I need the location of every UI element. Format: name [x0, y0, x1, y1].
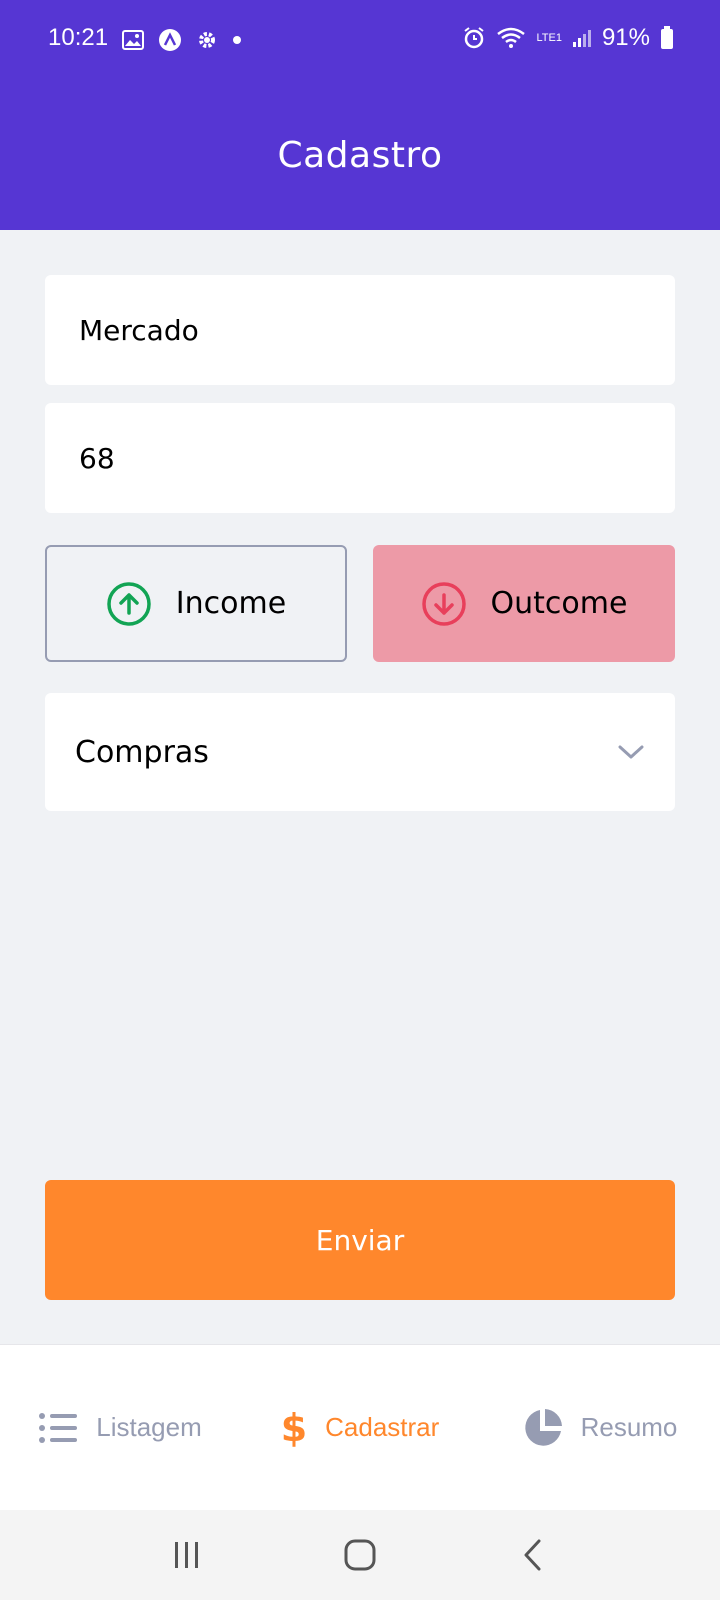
outcome-label: Outcome [490, 586, 628, 621]
pie-chart-icon [524, 1408, 562, 1446]
tab-listagem-label: Listagem [96, 1412, 202, 1442]
dollar-icon: $ [280, 1405, 308, 1450]
list-icon [39, 1412, 78, 1443]
tab-cadastrar-label: Cadastrar [325, 1412, 440, 1442]
page-title: Cadastro [277, 134, 443, 176]
tab-resumo-label: Resumo [580, 1412, 678, 1442]
submit-button[interactable]: Enviar [45, 1180, 675, 1300]
income-label: Income [175, 586, 287, 621]
name-input[interactable]: Mercado [45, 275, 675, 385]
tab-cadastrar[interactable]: $ Cadastrar [240, 1406, 480, 1450]
tab-listagem[interactable]: Listagem [0, 1411, 240, 1445]
recent-apps-icon [174, 1542, 198, 1568]
chevron-down-icon [618, 745, 644, 759]
price-input[interactable]: 68 [45, 403, 675, 513]
home-button[interactable] [330, 1525, 390, 1585]
tab-resumo[interactable]: Resumo [480, 1408, 720, 1448]
status-bar: 10:21 LTE1 91% [0, 0, 720, 80]
system-navigation-bar [0, 1510, 720, 1600]
signal-label: LTE1 [536, 31, 562, 44]
page-header: Cadastro [0, 80, 720, 230]
alarm-icon [464, 27, 485, 49]
submit-label: Enviar [315, 1223, 405, 1257]
app-notification-icon [159, 29, 181, 51]
arrow-down-circle-icon [421, 581, 466, 626]
status-time: 10:21 [48, 24, 109, 51]
back-chevron-icon [524, 1539, 541, 1571]
bottom-tab-bar: Listagem $ Cadastrar Resumo [0, 1344, 720, 1510]
battery-icon [661, 26, 673, 49]
category-value: Compras [75, 734, 209, 770]
signal-icon [572, 30, 591, 47]
arrow-up-circle-icon [107, 581, 151, 626]
battery-percentage: 91% [601, 24, 650, 51]
gallery-icon [122, 30, 144, 50]
notification-dot-icon [233, 36, 241, 44]
wifi-icon [497, 27, 526, 48]
recent-apps-button[interactable] [157, 1525, 217, 1585]
income-button[interactable]: Income [45, 545, 347, 662]
category-select[interactable]: Compras [45, 693, 675, 811]
outcome-button[interactable]: Outcome [373, 545, 675, 662]
home-icon [344, 1539, 376, 1571]
back-button[interactable] [503, 1525, 563, 1585]
settings-icon [199, 32, 215, 48]
